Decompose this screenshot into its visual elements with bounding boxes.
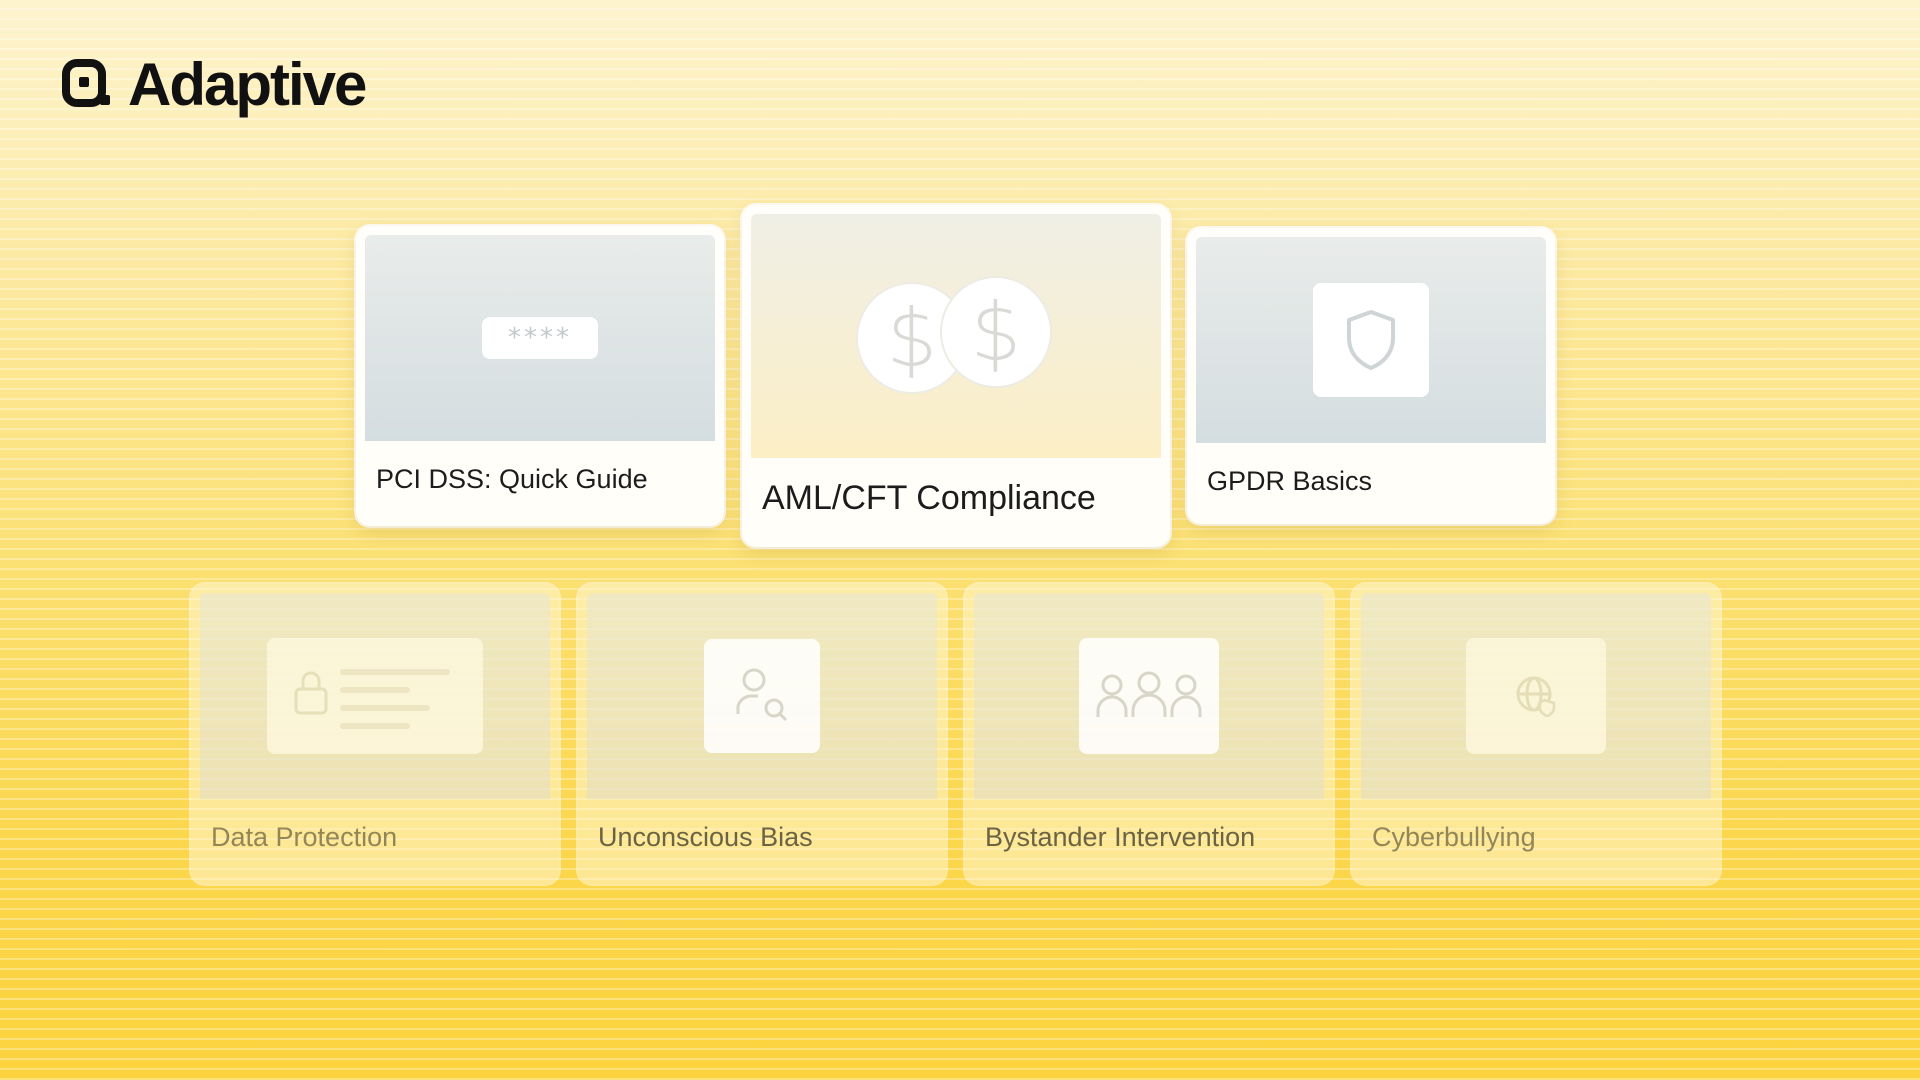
course-thumbnail (587, 593, 937, 799)
group-people-icon (1079, 638, 1219, 754)
brand-logo: Adaptive (62, 51, 367, 118)
course-title: Data Protection (211, 822, 398, 852)
course-title: PCI DSS: Quick Guide (376, 464, 648, 494)
locked-document-glyph (294, 669, 450, 729)
globe-shield-icon (1466, 638, 1606, 754)
locked-document-icon (267, 638, 483, 754)
shield-glyph (1347, 310, 1395, 370)
course-thumbnail (1196, 237, 1546, 443)
course-card-cyberbullying[interactable]: Cyberbullying (1352, 584, 1720, 884)
course-title: Bystander Intervention (985, 822, 1256, 852)
globe-shield-glyph (1516, 676, 1556, 718)
course-title: Cyberbullying (1372, 822, 1536, 852)
shield-icon (1313, 283, 1429, 397)
course-card-pci-dss[interactable]: **** PCI DSS: Quick Guide (356, 226, 724, 526)
course-title: AML/CFT Compliance (762, 479, 1096, 517)
course-card-unconscious-bias[interactable]: Unconscious Bias (578, 584, 946, 884)
brand-name: Adaptive (128, 51, 367, 118)
course-card-aml-cft[interactable]: $ $ AML/CFT Compliance (742, 205, 1170, 547)
dollar-coins-icon: $ $ (856, 276, 1056, 396)
coin-icon: $ (940, 276, 1052, 388)
course-title: GPDR Basics (1207, 466, 1373, 496)
password-field-icon: **** (482, 317, 598, 359)
group-people-glyph (1096, 671, 1202, 717)
course-title: Unconscious Bias (598, 822, 813, 852)
course-card-bystander-intervention[interactable]: Bystander Intervention (965, 584, 1333, 884)
course-card-gpdr[interactable]: GPDR Basics (1187, 228, 1555, 524)
person-search-icon (704, 639, 820, 753)
course-card-data-protection[interactable]: Data Protection (191, 584, 559, 884)
person-search-glyph (736, 668, 788, 722)
course-thumbnail: **** (365, 235, 715, 441)
adaptive-logo-icon (62, 59, 110, 107)
course-thumbnail (974, 593, 1324, 799)
course-thumbnail: $ $ (751, 214, 1161, 458)
course-thumbnail (200, 593, 550, 799)
course-thumbnail (1361, 593, 1711, 799)
